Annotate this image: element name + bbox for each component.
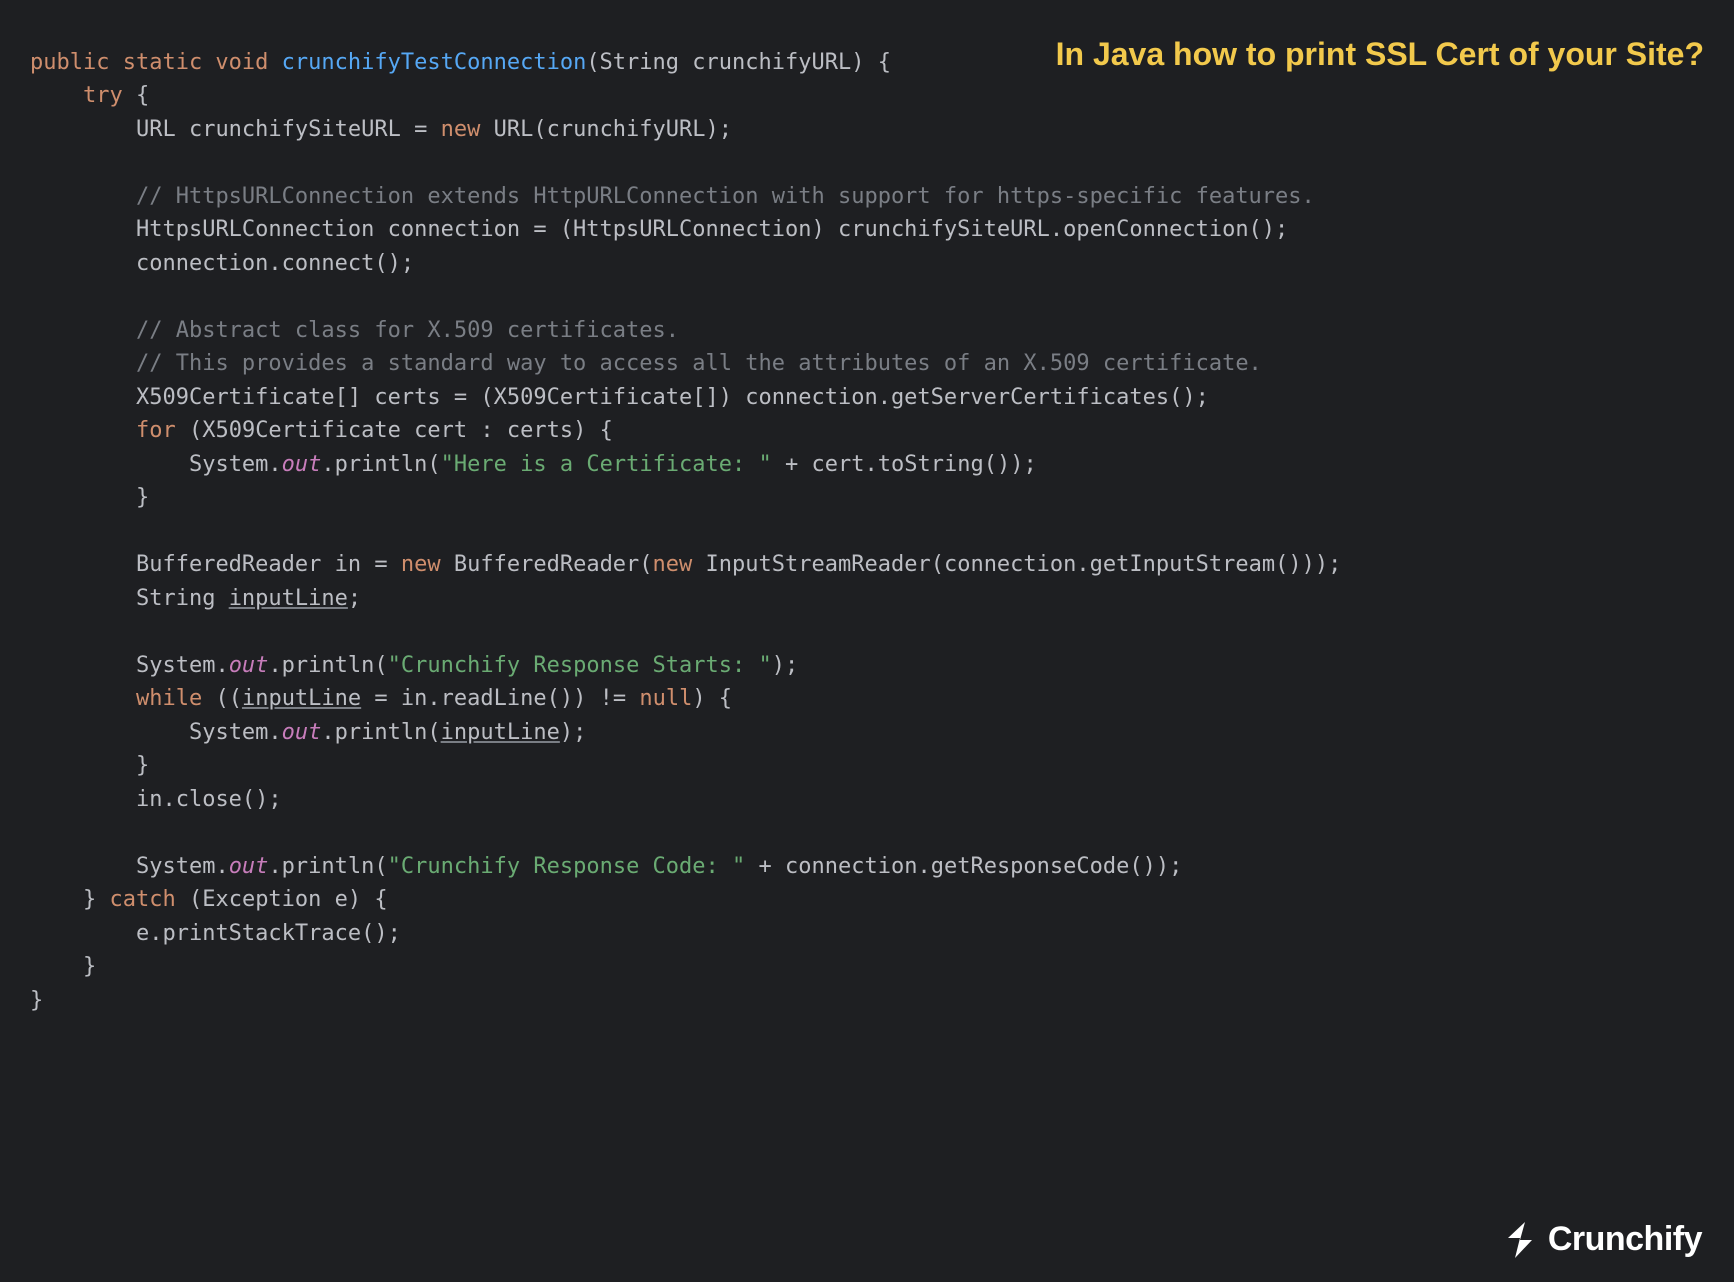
code-text: = in.readLine()) != xyxy=(361,686,639,711)
code-text: e.printStackTrace(); xyxy=(136,921,401,946)
code-text: } xyxy=(136,753,149,778)
field-out: out xyxy=(282,452,322,477)
crunchify-logo: Crunchify xyxy=(1500,1220,1702,1260)
code-text: ; xyxy=(348,586,361,611)
code-text: in.close(); xyxy=(136,787,282,812)
code-text: (String crunchifyURL) { xyxy=(586,50,891,75)
keyword-for: for xyxy=(136,418,176,443)
code-text: ); xyxy=(560,720,587,745)
keyword-null: null xyxy=(639,686,692,711)
keyword-public-static-void: public static void xyxy=(30,50,268,75)
code-text: (( xyxy=(202,686,242,711)
code-text: System. xyxy=(136,854,229,879)
code-text: String xyxy=(136,586,229,611)
code-text: System. xyxy=(189,720,282,745)
code-text: + connection.getResponseCode()); xyxy=(745,854,1182,879)
code-text: .println( xyxy=(321,720,440,745)
crunchify-logo-text: Crunchify xyxy=(1548,1223,1702,1257)
code-text: HttpsURLConnection connection = (HttpsUR… xyxy=(136,217,1288,242)
keyword-new: new xyxy=(441,117,481,142)
code-text: System. xyxy=(189,452,282,477)
field-out: out xyxy=(229,653,269,678)
keyword-catch: catch xyxy=(109,887,175,912)
code-text: } xyxy=(83,887,110,912)
string-literal: "Here is a Certificate: " xyxy=(441,452,772,477)
comment: // Abstract class for X.509 certificates… xyxy=(136,318,679,343)
comment: // This provides a standard way to acces… xyxy=(136,351,1262,376)
code-text: } xyxy=(30,954,96,979)
code-text: InputStreamReader(connection.getInputStr… xyxy=(692,552,1341,577)
code-text: ) { xyxy=(692,686,732,711)
code-text: { xyxy=(123,83,150,108)
var-inputline: inputLine xyxy=(242,686,361,711)
code-text: System. xyxy=(136,653,229,678)
code-text: (Exception e) { xyxy=(176,887,388,912)
crunchify-logo-icon xyxy=(1500,1220,1540,1260)
method-name: crunchifyTestConnection xyxy=(282,50,587,75)
keyword-new: new xyxy=(653,552,693,577)
heading-title: In Java how to print SSL Cert of your Si… xyxy=(1056,38,1704,72)
code-text: X509Certificate[] certs = (X509Certifica… xyxy=(136,385,1209,410)
keyword-while: while xyxy=(136,686,202,711)
code-text: connection.connect(); xyxy=(136,251,414,276)
code-text: (X509Certificate cert : certs) { xyxy=(176,418,613,443)
code-text: URL crunchifySiteURL = xyxy=(136,117,441,142)
code-text: BufferedReader( xyxy=(441,552,653,577)
code-text: } xyxy=(30,988,43,1013)
code-text: .println( xyxy=(321,452,440,477)
keyword-new: new xyxy=(401,552,441,577)
code-text: ); xyxy=(772,653,799,678)
string-literal: "Crunchify Response Starts: " xyxy=(388,653,772,678)
code-text: .println( xyxy=(268,653,387,678)
string-literal: "Crunchify Response Code: " xyxy=(388,854,746,879)
code-text: BufferedReader in = xyxy=(136,552,401,577)
code-text: + cert.toString()); xyxy=(772,452,1037,477)
code-text: URL(crunchifyURL); xyxy=(480,117,732,142)
var-inputline: inputLine xyxy=(441,720,560,745)
var-inputline: inputLine xyxy=(229,586,348,611)
field-out: out xyxy=(282,720,322,745)
keyword-try: try xyxy=(83,83,123,108)
code-editor: public static void crunchifyTestConnecti… xyxy=(0,0,1734,1029)
code-text: } xyxy=(136,485,149,510)
field-out: out xyxy=(229,854,269,879)
code-text: .println( xyxy=(268,854,387,879)
comment: // HttpsURLConnection extends HttpURLCon… xyxy=(136,184,1315,209)
